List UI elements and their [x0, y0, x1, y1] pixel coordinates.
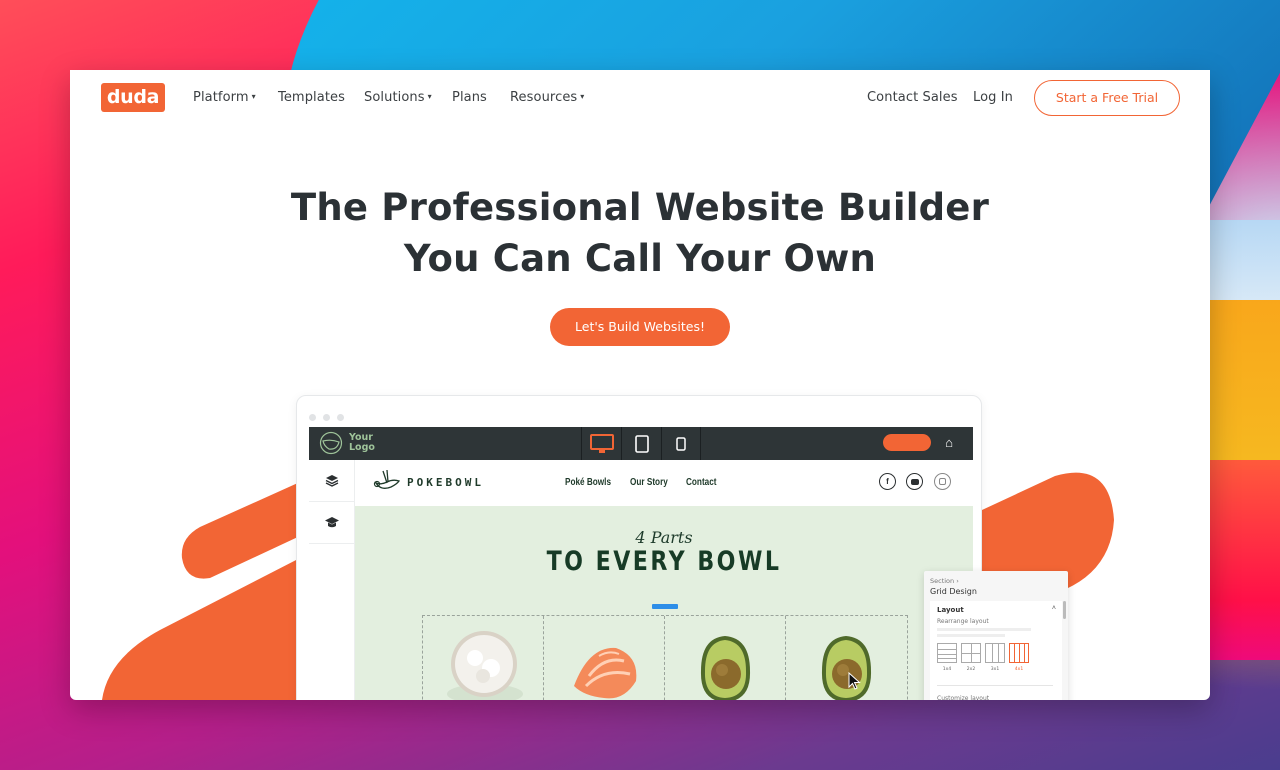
rice-bowl-image	[447, 631, 523, 700]
editor-mockup: Your Logo ⌂ POKEBOWL Poké Bowls Our Stor…	[296, 395, 982, 700]
youtube-icon[interactable]	[906, 473, 923, 490]
mobile-view-button[interactable]	[661, 427, 701, 460]
bowl-logo-icon	[319, 431, 343, 455]
layers-icon	[325, 475, 339, 487]
nav-platform[interactable]: Platform ▾	[193, 90, 256, 105]
panel-breadcrumb[interactable]: Section ›	[930, 577, 959, 585]
chevron-down-icon: ▾	[427, 92, 432, 101]
nav-plans-label: Plans	[452, 90, 487, 105]
grid-design-panel: Section › Grid Design Layout ˄ Rearrange…	[924, 571, 1068, 700]
panel-scrollbar[interactable]	[1063, 601, 1066, 619]
desktop-view-button[interactable]	[581, 427, 621, 460]
login-link[interactable]: Log In	[973, 90, 1013, 105]
chevron-down-icon: ▾	[251, 92, 256, 101]
nav-templates[interactable]: Templates	[278, 90, 345, 105]
salmon-image	[574, 647, 637, 699]
site-link-contact[interactable]: Contact	[686, 477, 717, 488]
layout-section: Layout ˄ Rearrange layout 1x4 2x2 3x1 4x…	[930, 601, 1062, 700]
layout-option-4x1[interactable]	[1009, 643, 1029, 663]
academy-button[interactable]	[309, 502, 355, 544]
layout-option-1x4[interactable]	[937, 643, 957, 663]
site-preview: POKEBOWL Poké Bowls Our Story Contact f …	[355, 460, 973, 700]
nav-resources-label: Resources	[510, 90, 578, 105]
layout-label: 1x4	[942, 667, 952, 672]
divider	[937, 685, 1053, 686]
layout-label: 3x1	[990, 667, 1000, 672]
nav-resources[interactable]: Resources ▾	[510, 90, 584, 105]
insert-tag[interactable]	[652, 604, 678, 609]
start-free-trial-button[interactable]: Start a Free Trial	[1034, 80, 1180, 116]
layout-option-2x2[interactable]	[961, 643, 981, 663]
site-headline: TO EVERY BOWL	[546, 546, 782, 577]
site-link-poke-bowls[interactable]: Poké Bowls	[565, 477, 611, 488]
browser-window: duda Platform ▾ Templates Solutions ▾ Plan…	[70, 70, 1210, 700]
nav-platform-label: Platform	[193, 90, 249, 105]
pokebowl-logo[interactable]: POKEBOWL	[373, 469, 484, 495]
avocado-image	[700, 636, 751, 700]
nav-templates-label: Templates	[278, 90, 345, 105]
layout-label: 2x2	[966, 667, 976, 672]
grid-cell-avocado[interactable]	[665, 616, 786, 700]
placeholder-line	[937, 628, 1031, 631]
panel-title: Grid Design	[930, 587, 977, 596]
contact-sales-link[interactable]: Contact Sales	[867, 90, 958, 105]
grid-section[interactable]	[422, 615, 908, 700]
nav-solutions[interactable]: Solutions ▾	[364, 90, 432, 105]
grid-cell-avocado-2[interactable]	[786, 616, 907, 700]
mouse-cursor-icon	[848, 672, 861, 690]
nav-plans[interactable]: Plans	[452, 90, 487, 105]
instagram-icon[interactable]	[934, 473, 951, 490]
layout-label: 4x1	[1014, 667, 1024, 672]
facebook-icon[interactable]: f	[879, 473, 896, 490]
top-nav: duda Platform ▾ Templates Solutions ▾ Plan…	[70, 70, 1210, 126]
tablet-icon	[634, 434, 649, 453]
desktop-icon	[589, 433, 614, 453]
chevron-up-icon[interactable]: ˄	[1052, 605, 1056, 612]
publish-button[interactable]	[883, 434, 931, 451]
hero-title: The Professional Website Builder You Can…	[70, 182, 1210, 284]
grid-cell-salmon[interactable]	[544, 616, 665, 700]
grid-cell-rice[interactable]	[423, 616, 544, 700]
nav-solutions-label: Solutions	[364, 90, 425, 105]
hero-title-line-2: You Can Call Your Own	[403, 237, 877, 280]
editor-left-rail	[309, 460, 355, 700]
build-websites-button[interactable]: Let's Build Websites!	[550, 308, 730, 346]
home-icon[interactable]: ⌂	[941, 434, 957, 452]
layers-button[interactable]	[309, 460, 355, 502]
editor-toolbar: Your Logo ⌂	[309, 427, 973, 460]
site-link-our-story[interactable]: Our Story	[630, 477, 668, 488]
customize-layout-label[interactable]: Customize layout	[937, 695, 989, 700]
your-logo: Your Logo	[319, 431, 383, 455]
hero-title-line-1: The Professional Website Builder	[290, 186, 990, 229]
tablet-view-button[interactable]	[621, 427, 661, 460]
fish-chopsticks-icon	[373, 469, 401, 489]
duda-logo[interactable]: duda	[101, 83, 165, 112]
layout-option-3x1[interactable]	[985, 643, 1005, 663]
mobile-icon	[676, 436, 686, 451]
layout-subtitle: Rearrange layout	[937, 618, 989, 625]
site-nav: POKEBOWL Poké Bowls Our Story Contact f	[355, 460, 973, 506]
layout-section-title: Layout	[937, 606, 964, 614]
placeholder-line	[937, 634, 1005, 637]
your-logo-text: Your Logo	[349, 432, 375, 453]
window-dots	[309, 408, 351, 426]
pokebowl-brand: POKEBOWL	[407, 475, 484, 489]
site-eyebrow: 4 Parts	[635, 528, 693, 547]
chevron-down-icon: ▾	[580, 92, 585, 101]
avocado-image	[821, 636, 872, 700]
graduation-cap-icon	[325, 517, 339, 528]
site-hero-section: 4 Parts TO EVERY BOWL	[355, 506, 973, 700]
